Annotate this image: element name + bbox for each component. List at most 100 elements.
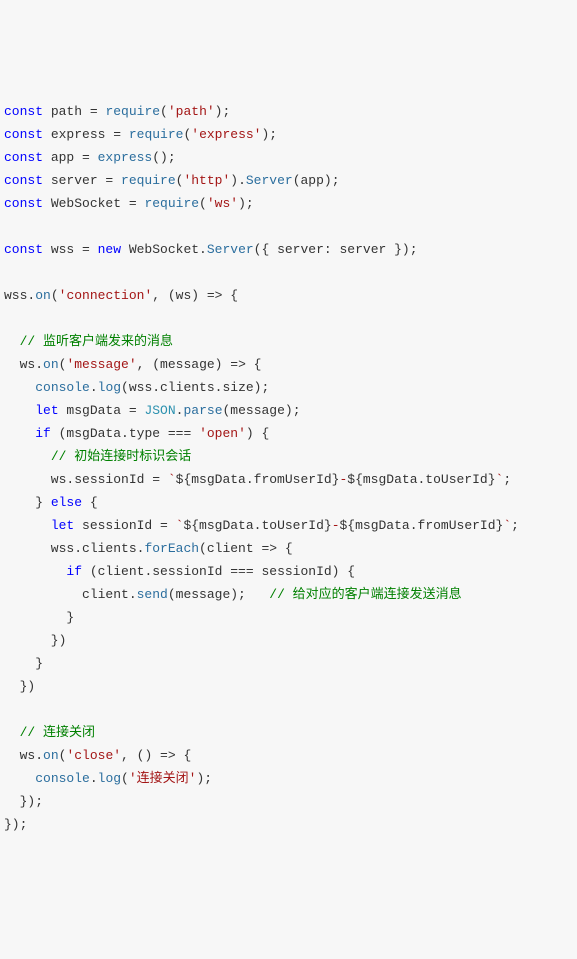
code-token: // 连接关闭 [20,725,95,740]
code-token: const [4,196,43,211]
code-line: wss.clients.forEach(client => { [4,537,573,560]
code-line: } [4,652,573,675]
code-token: (app); [293,173,340,188]
code-token: , () => { [121,748,191,763]
code-token: }); [4,794,43,809]
code-token: ( [121,771,129,786]
code-token: let [51,518,74,533]
code-token: express [98,150,153,165]
code-token: if [35,426,51,441]
code-token: - [332,518,340,533]
code-token: (client => { [199,541,293,556]
code-token: const [4,173,43,188]
code-token: sessionId = [74,518,175,533]
code-line: } else { [4,491,573,514]
code-line: ws.on('message', (message) => { [4,353,573,376]
code-token: (wss.clients.size); [121,380,269,395]
code-token: ` [503,518,511,533]
code-token: client. [4,587,137,602]
code-token: require [105,104,160,119]
code-line: } [4,606,573,629]
code-line: let msgData = JSON.parse(message); [4,399,573,422]
code-token: new [98,242,121,257]
code-token: (message); [168,587,269,602]
code-token: . [90,771,98,786]
code-token: wss.clients. [4,541,144,556]
code-line: const wss = new WebSocket.Server({ serve… [4,238,573,261]
code-line: }); [4,790,573,813]
code-token: wss. [4,288,35,303]
code-token: log [98,380,121,395]
code-token: ws.sessionId = [4,472,168,487]
code-token: ; [511,518,519,533]
code-token: ); [238,196,254,211]
code-token: ${msgData.fromUserId} [340,518,504,533]
code-token: 'path' [168,104,215,119]
code-token: require [129,127,184,142]
code-token: }) [4,679,35,694]
code-token: express = [43,127,129,142]
code-token: 'express' [191,127,261,142]
code-line: wss.on('connection', (ws) => { [4,284,573,307]
code-token: log [98,771,121,786]
code-token: const [4,150,43,165]
code-token [4,334,20,349]
code-token: console [35,380,90,395]
code-token: 'connection' [59,288,153,303]
code-line: if (client.sessionId === sessionId) { [4,560,573,583]
code-token: } [4,495,51,510]
code-token: ({ server: server }); [254,242,418,257]
code-token: }); [4,817,27,832]
code-token: require [144,196,199,211]
code-token: } [4,610,74,625]
code-line [4,698,573,721]
code-token: Server [246,173,293,188]
code-token: on [35,288,51,303]
code-token: 'ws' [207,196,238,211]
code-token: 'open' [199,426,246,441]
code-line: }) [4,629,573,652]
code-token: ( [199,196,207,211]
code-token: forEach [144,541,199,556]
code-token: JSON [144,403,175,418]
code-line: console.log(wss.clients.size); [4,376,573,399]
code-token: (message); [223,403,301,418]
code-line [4,261,573,284]
code-line: }); [4,813,573,836]
code-snippet: const path = require('path');const expre… [4,100,573,836]
code-line: // 连接关闭 [4,721,573,744]
code-token: 'message' [66,357,136,372]
code-token [4,725,20,740]
code-token: if [66,564,82,579]
code-token: , (ws) => { [152,288,238,303]
code-line: let sessionId = ` ${msgData.toUserId}-${m… [4,514,573,537]
code-token: on [43,748,59,763]
code-token: else [51,495,82,510]
code-token: ( [160,104,168,119]
code-token: }) [4,633,66,648]
code-token: WebSocket. [121,242,207,257]
code-token: const [4,104,43,119]
code-line: ws.sessionId = `${msgData.fromUserId}-${… [4,468,573,491]
code-token: ${msgData.fromUserId} [176,472,340,487]
code-token: wss = [43,242,98,257]
code-line [4,307,573,330]
code-token: // 给对应的客户端连接发送消息 [269,587,461,602]
code-token: ; [503,472,511,487]
code-token: Server [207,242,254,257]
code-line: ws.on('close', () => { [4,744,573,767]
code-token: path = [43,104,105,119]
code-token: (); [152,150,175,165]
code-token: server = [43,173,121,188]
code-token: ws. [4,748,43,763]
code-line: const server = require('http').Server(ap… [4,169,573,192]
code-token: const [4,242,43,257]
code-token: // 监听客户端发来的消息 [20,334,173,349]
code-token: msgData = [59,403,145,418]
code-token: (msgData.type === [51,426,199,441]
code-token: on [43,357,59,372]
code-line: client.send(message); // 给对应的客户端连接发送消息 [4,583,573,606]
code-token: ${msgData.toUserId} [183,518,331,533]
code-line: console.log('连接关闭'); [4,767,573,790]
code-line [4,215,573,238]
